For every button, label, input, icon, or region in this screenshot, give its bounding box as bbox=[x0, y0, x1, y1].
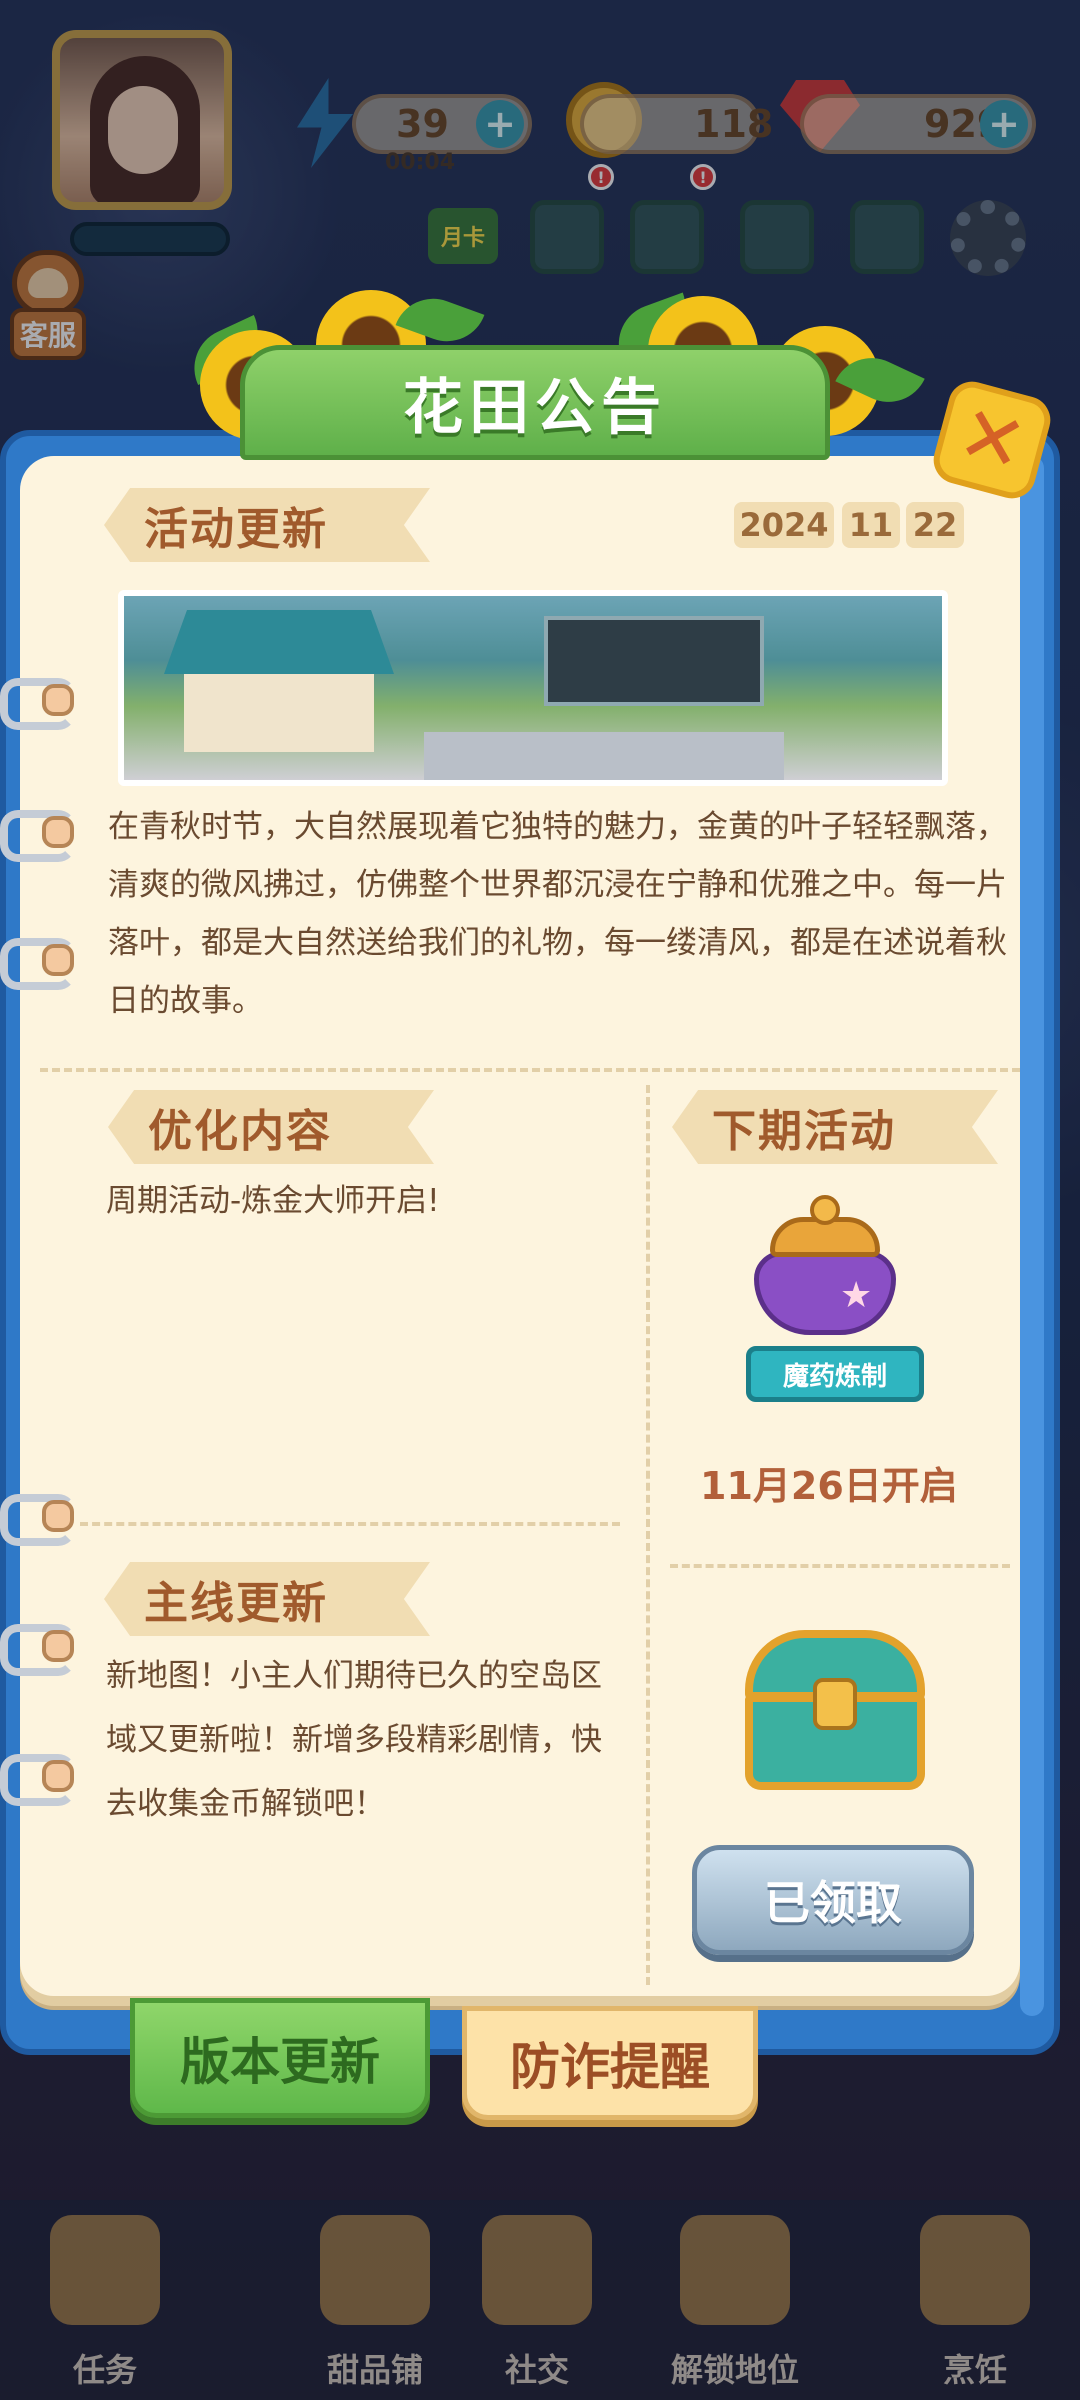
potion-pot-icon: ★ bbox=[740, 1195, 910, 1335]
binder-ring bbox=[0, 1618, 76, 1676]
banner-house bbox=[184, 674, 374, 752]
activity-update-heading: 活动更新 bbox=[104, 488, 430, 562]
activity-description: 在青秋时节，大自然展现着它独特的魅力，金黄的叶子轻轻飘落，清爽的微风拂过，仿佛整… bbox=[108, 809, 1007, 1019]
popup-title: 花田公告 bbox=[403, 373, 667, 443]
nav-label: 甜品铺 bbox=[326, 2351, 423, 2389]
optimization-heading: 优化内容 bbox=[108, 1090, 434, 1164]
next-event-name: 魔药炼制 bbox=[746, 1346, 924, 1402]
tab-version-update-label: 版本更新 bbox=[180, 2033, 380, 2091]
banner-plaza bbox=[424, 732, 784, 780]
section-divider bbox=[670, 1564, 1010, 1568]
optimization-text: 周期活动-炼金大师开启! bbox=[106, 1183, 440, 1219]
tab-fraud-reminder-label: 防诈提醒 bbox=[510, 2038, 710, 2096]
cooking-icon bbox=[920, 2215, 1030, 2325]
pot-knob bbox=[810, 1195, 840, 1225]
banner-greenhouse bbox=[544, 616, 764, 706]
claimed-button[interactable]: 已领取 bbox=[692, 1845, 974, 1955]
section-heading-text: 下期活动 bbox=[712, 1106, 896, 1157]
nav-item-shop[interactable]: 甜品铺 bbox=[300, 2215, 450, 2395]
claimed-button-label: 已领取 bbox=[764, 1876, 902, 1930]
banner-roof bbox=[164, 610, 394, 674]
section-divider bbox=[40, 1068, 1020, 1072]
task-icon bbox=[50, 2215, 160, 2325]
date-day: 22 bbox=[906, 502, 964, 548]
treasure-chest-icon bbox=[745, 1630, 925, 1790]
nav-item-social[interactable]: 社交 bbox=[462, 2215, 612, 2395]
next-event-heading: 下期活动 bbox=[672, 1090, 998, 1164]
close-icon: ✕ bbox=[948, 388, 1036, 492]
binder-ring bbox=[0, 1488, 76, 1546]
binder-ring bbox=[0, 672, 76, 730]
star-icon: ★ bbox=[840, 1275, 873, 1316]
binder-ring bbox=[0, 932, 76, 990]
section-heading-text: 主线更新 bbox=[144, 1578, 328, 1629]
popup-title-tab: 花田公告 bbox=[240, 345, 830, 460]
lock-icon bbox=[813, 1678, 857, 1730]
nav-label: 社交 bbox=[504, 2351, 569, 2389]
nav-item-tasks[interactable]: 任务 bbox=[30, 2215, 180, 2395]
tab-fraud-reminder[interactable]: 防诈提醒 bbox=[462, 2006, 758, 2120]
lock-icon bbox=[680, 2215, 790, 2325]
activity-banner-image bbox=[118, 590, 948, 786]
column-divider bbox=[646, 1085, 650, 1985]
main-update-text: 新地图！小主人们期待已久的空岛区域又更新啦！新增多段精彩剧情，快去收集金币解锁吧… bbox=[106, 1658, 602, 1822]
tab-version-update[interactable]: 版本更新 bbox=[130, 1998, 430, 2118]
social-icon bbox=[482, 2215, 592, 2325]
nav-item-unlock[interactable]: 解锁地位 bbox=[660, 2215, 810, 2395]
section-divider bbox=[80, 1522, 620, 1526]
binder-ring bbox=[0, 804, 76, 862]
nav-item-cooking[interactable]: 烹饪 bbox=[900, 2215, 1050, 2395]
date-month: 11 bbox=[842, 502, 900, 548]
nav-label: 烹饪 bbox=[942, 2351, 1007, 2389]
section-heading-text: 活动更新 bbox=[144, 504, 328, 555]
nav-label: 解锁地位 bbox=[670, 2351, 799, 2389]
pot-body bbox=[754, 1251, 896, 1335]
main-update-heading: 主线更新 bbox=[104, 1562, 430, 1636]
nav-label: 任务 bbox=[72, 2351, 137, 2389]
shop-icon bbox=[320, 2215, 430, 2325]
binder-ring bbox=[0, 1748, 76, 1806]
date-year: 2024 bbox=[734, 502, 834, 548]
next-event-start-date: 11月26日开启 bbox=[700, 1464, 958, 1508]
section-heading-text: 优化内容 bbox=[148, 1106, 332, 1157]
